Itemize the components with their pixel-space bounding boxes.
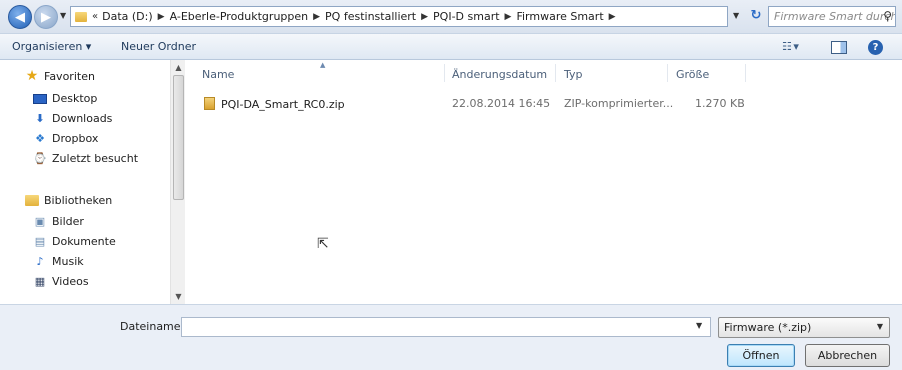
- nav-label: Dokumente: [52, 235, 116, 248]
- nav-label: Dropbox: [52, 132, 99, 145]
- nav-label: Downloads: [52, 112, 113, 125]
- file-dialog-footer: Dateiname: ▼ Firmware (*.zip) ▼ Öffnen A…: [0, 304, 902, 370]
- libraries-icon: [25, 195, 39, 206]
- scroll-up-icon[interactable]: ▲: [171, 60, 186, 75]
- file-size: 1.270 KB: [695, 97, 745, 110]
- desktop-icon: [33, 93, 47, 104]
- nav-item-downloads[interactable]: ⬇ Downloads: [33, 112, 112, 125]
- navigation-pane: ★ Favoriten Desktop ⬇ Downloads ❖ Dropbo…: [0, 60, 185, 304]
- nav-label: Desktop: [52, 92, 98, 105]
- nav-label: Bibliotheken: [44, 194, 113, 207]
- file-row[interactable]: PQI-DA_Smart_RC0.zip 22.08.2014 16:45 ZI…: [196, 93, 756, 113]
- back-arrow-icon: ◀: [15, 9, 25, 25]
- breadcrumb-item[interactable]: PQI-D smart: [433, 10, 500, 23]
- forward-arrow-icon: ▶: [41, 9, 51, 25]
- column-header-name[interactable]: Name: [202, 68, 234, 81]
- nav-item-dropbox[interactable]: ❖ Dropbox: [33, 132, 98, 145]
- breadcrumb-item[interactable]: Firmware Smart: [516, 10, 603, 23]
- view-options-icon[interactable]: ☷ ▾: [782, 40, 799, 53]
- search-icon[interactable]: ⚲: [883, 9, 892, 23]
- scroll-down-icon[interactable]: ▼: [171, 289, 186, 304]
- nav-item-desktop[interactable]: Desktop: [33, 92, 97, 105]
- nav-favorites[interactable]: ★ Favoriten: [25, 68, 95, 84]
- file-list: ▲ Name Änderungsdatum Typ Größe PQI-DA_S…: [186, 60, 902, 304]
- new-folder-button[interactable]: Neuer Ordner: [121, 40, 196, 53]
- documents-icon: ▤: [34, 235, 46, 248]
- preview-pane-icon[interactable]: [831, 41, 847, 54]
- videos-icon: ▦: [34, 275, 46, 288]
- command-toolbar: Organisieren ▾ Neuer Ordner ☷ ▾ ?: [0, 33, 902, 60]
- file-date: 22.08.2014 16:45: [452, 97, 551, 110]
- nav-item-music[interactable]: ♪ Musik: [33, 255, 84, 268]
- filename-label: Dateiname:: [120, 320, 185, 333]
- sort-indicator-icon: ▲: [320, 61, 326, 69]
- nav-scrollbar[interactable]: ▲ ▼: [170, 60, 185, 304]
- filter-dropdown-icon: ▼: [876, 322, 883, 331]
- nav-item-recent[interactable]: ⌚ Zuletzt besucht: [33, 152, 138, 165]
- breadcrumb-item[interactable]: Data (D:): [102, 10, 153, 23]
- column-header-date[interactable]: Änderungsdatum: [452, 68, 547, 81]
- filename-input[interactable]: [181, 317, 711, 337]
- breadcrumb-arrow-icon[interactable]: ▶: [158, 12, 165, 22]
- breadcrumb-arrow-icon[interactable]: ▶: [421, 12, 428, 22]
- file-type: ZIP-komprimierter...: [564, 97, 674, 110]
- help-icon[interactable]: ?: [868, 40, 883, 55]
- pictures-icon: ▣: [34, 215, 46, 228]
- breadcrumb-item[interactable]: PQ festinstalliert: [325, 10, 416, 23]
- column-divider[interactable]: [667, 64, 668, 82]
- nav-label: Favoriten: [44, 70, 95, 83]
- folder-icon: [75, 11, 87, 22]
- filter-value: Firmware (*.zip): [724, 321, 812, 334]
- nav-item-pictures[interactable]: ▣ Bilder: [33, 215, 84, 228]
- file-name-cell: PQI-DA_Smart_RC0.zip: [204, 97, 345, 111]
- nav-label: Zuletzt besucht: [52, 152, 139, 165]
- column-divider[interactable]: [555, 64, 556, 82]
- nav-label: Musik: [52, 255, 84, 268]
- file-name: PQI-DA_Smart_RC0.zip: [221, 98, 345, 111]
- nav-item-videos[interactable]: ▦ Videos: [33, 275, 89, 288]
- star-icon: ★: [25, 68, 39, 84]
- column-header-size[interactable]: Größe: [676, 68, 709, 81]
- organize-button[interactable]: Organisieren ▾: [12, 40, 91, 53]
- nav-label: Videos: [52, 275, 89, 288]
- breadcrumb-item[interactable]: A-Eberle-Produktgruppen: [170, 10, 309, 23]
- search-input[interactable]: Firmware Smart durchs... ⚲: [768, 6, 896, 27]
- address-overflow-chevron[interactable]: «: [92, 11, 98, 22]
- recent-places-icon: ⌚: [33, 152, 47, 165]
- history-dropdown-icon[interactable]: ▼: [60, 11, 66, 20]
- scrollbar-thumb[interactable]: [173, 75, 184, 200]
- search-placeholder: Firmware Smart durchs...: [774, 10, 895, 23]
- address-row: ◀ ▶ ▼ « Data (D:) ▶ A-Eberle-Produktgrup…: [0, 0, 902, 33]
- column-divider[interactable]: [444, 64, 445, 82]
- file-type-filter[interactable]: Firmware (*.zip) ▼: [718, 317, 890, 338]
- breadcrumb-arrow-icon[interactable]: ▶: [609, 12, 616, 22]
- breadcrumb-arrow-icon[interactable]: ▶: [505, 12, 512, 22]
- nav-label: Bilder: [52, 215, 84, 228]
- refresh-icon[interactable]: ↻: [747, 7, 765, 25]
- forward-button[interactable]: ▶: [34, 5, 58, 29]
- cancel-button[interactable]: Abbrechen: [805, 344, 890, 367]
- nav-libraries[interactable]: Bibliotheken: [25, 194, 112, 207]
- music-icon: ♪: [36, 255, 44, 268]
- downloads-icon: ⬇: [35, 112, 45, 125]
- mouse-cursor-icon: ⇱: [317, 236, 329, 252]
- back-button[interactable]: ◀: [8, 5, 32, 29]
- open-button[interactable]: Öffnen: [727, 344, 795, 367]
- breadcrumb-arrow-icon[interactable]: ▶: [313, 12, 320, 22]
- zip-file-icon: [204, 97, 215, 110]
- column-header-type[interactable]: Typ: [564, 68, 583, 81]
- address-bar[interactable]: « Data (D:) ▶ A-Eberle-Produktgruppen ▶ …: [70, 6, 728, 27]
- address-dropdown-icon[interactable]: ▼: [733, 11, 739, 20]
- column-divider[interactable]: [745, 64, 746, 82]
- filename-dropdown-icon[interactable]: ▼: [696, 321, 702, 330]
- dropbox-icon: ❖: [35, 132, 45, 145]
- nav-item-documents[interactable]: ▤ Dokumente: [33, 235, 116, 248]
